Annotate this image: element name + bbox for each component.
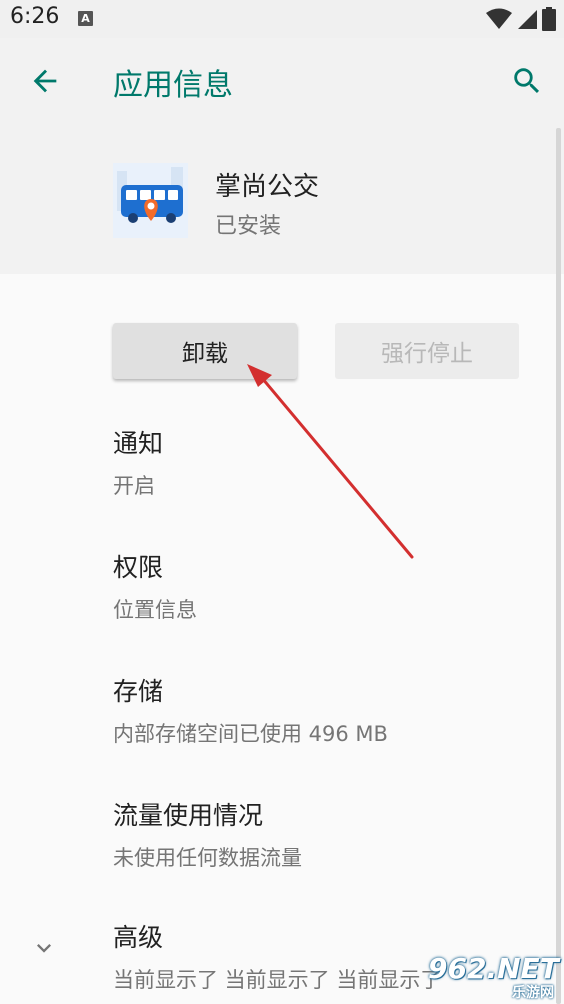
settings-item-title: 通知 — [113, 429, 164, 458]
cellular-signal-icon — [518, 10, 537, 29]
status-bar: 6:26 A — [0, 0, 564, 38]
status-time: 6:26 — [10, 4, 60, 29]
settings-item-summary: 位置信息 — [113, 598, 197, 622]
scrollbar[interactable] — [556, 128, 561, 1004]
settings-item-permissions[interactable]: 权限 位置信息 — [113, 548, 533, 624]
settings-item-summary: 开启 — [113, 474, 155, 498]
arrow-left-icon[interactable] — [28, 64, 62, 98]
chevron-down-icon[interactable] — [30, 934, 58, 962]
battery-icon — [542, 7, 556, 31]
page-title: 应用信息 — [113, 68, 233, 103]
app-install-status: 已安装 — [215, 214, 282, 239]
settings-item-summary: 内部存储空间已使用 496 MB — [113, 722, 388, 746]
watermark-logo: 962.NET 乐游网 — [428, 952, 560, 1001]
settings-item-summary: 未使用任何数据流量 — [113, 846, 302, 870]
search-icon[interactable] — [510, 64, 544, 98]
settings-item-data-usage[interactable]: 流量使用情况 未使用任何数据流量 — [113, 796, 533, 872]
status-icons — [486, 6, 556, 32]
bus-location-icon — [113, 163, 188, 238]
settings-item-storage[interactable]: 存储 内部存储空间已使用 496 MB — [113, 672, 533, 748]
app-bar: 应用信息 — [0, 38, 564, 126]
settings-item-notifications[interactable]: 通知 开启 — [113, 424, 533, 500]
wifi-icon — [486, 8, 512, 29]
watermark-subtitle: 乐游网 — [512, 985, 554, 1001]
settings-item-title: 存储 — [113, 677, 164, 706]
watermark-brand: 962.NET — [428, 952, 559, 985]
app-header: 掌尚公交 已安装 — [0, 126, 564, 274]
force-stop-button[interactable]: 强行停止 — [335, 323, 519, 379]
uninstall-button[interactable]: 卸载 — [113, 323, 297, 379]
settings-item-title: 流量使用情况 — [113, 801, 264, 830]
settings-item-title: 高级 — [113, 923, 164, 952]
app-name: 掌尚公交 — [215, 172, 320, 202]
settings-item-title: 权限 — [113, 553, 164, 582]
notification-icon: A — [78, 11, 93, 26]
